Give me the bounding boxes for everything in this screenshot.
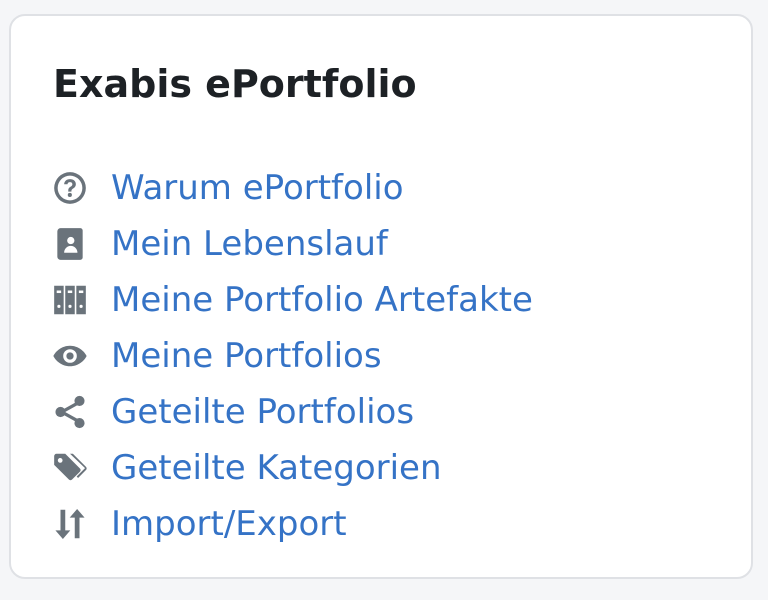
nav-item-mein-lebenslauf[interactable]: Mein Lebenslauf (49, 216, 533, 272)
question-circle-icon (49, 167, 91, 209)
nav-link-label[interactable]: Mein Lebenslauf (111, 224, 388, 264)
eye-icon (49, 335, 91, 377)
nav-item-portfolio-artefakte[interactable]: Meine Portfolio Artefakte (49, 272, 533, 328)
share-icon (49, 391, 91, 433)
nav-item-warum-eportfolio[interactable]: Warum ePortfolio (49, 160, 533, 216)
exabis-eportfolio-block: Exabis ePortfolio Warum ePortfolio Mein … (9, 14, 753, 579)
block-title: Exabis ePortfolio (53, 62, 417, 106)
nav-link-label[interactable]: Geteilte Kategorien (111, 448, 442, 488)
import-export-icon (49, 503, 91, 545)
nav-item-import-export[interactable]: Import/Export (49, 496, 533, 552)
nav-link-label[interactable]: Meine Portfolios (111, 336, 382, 376)
nav-link-label[interactable]: Meine Portfolio Artefakte (111, 280, 533, 320)
nav-link-label[interactable]: Geteilte Portfolios (111, 392, 414, 432)
nav-item-meine-portfolios[interactable]: Meine Portfolios (49, 328, 533, 384)
nav-item-geteilte-portfolios[interactable]: Geteilte Portfolios (49, 384, 533, 440)
binders-icon (49, 279, 91, 321)
nav-item-geteilte-kategorien[interactable]: Geteilte Kategorien (49, 440, 533, 496)
tags-icon (49, 447, 91, 489)
block-nav-list: Warum ePortfolio Mein Lebenslauf Meine P… (49, 160, 533, 552)
contact-book-icon (49, 223, 91, 265)
nav-link-label[interactable]: Warum ePortfolio (111, 168, 404, 208)
nav-link-label[interactable]: Import/Export (111, 504, 347, 544)
